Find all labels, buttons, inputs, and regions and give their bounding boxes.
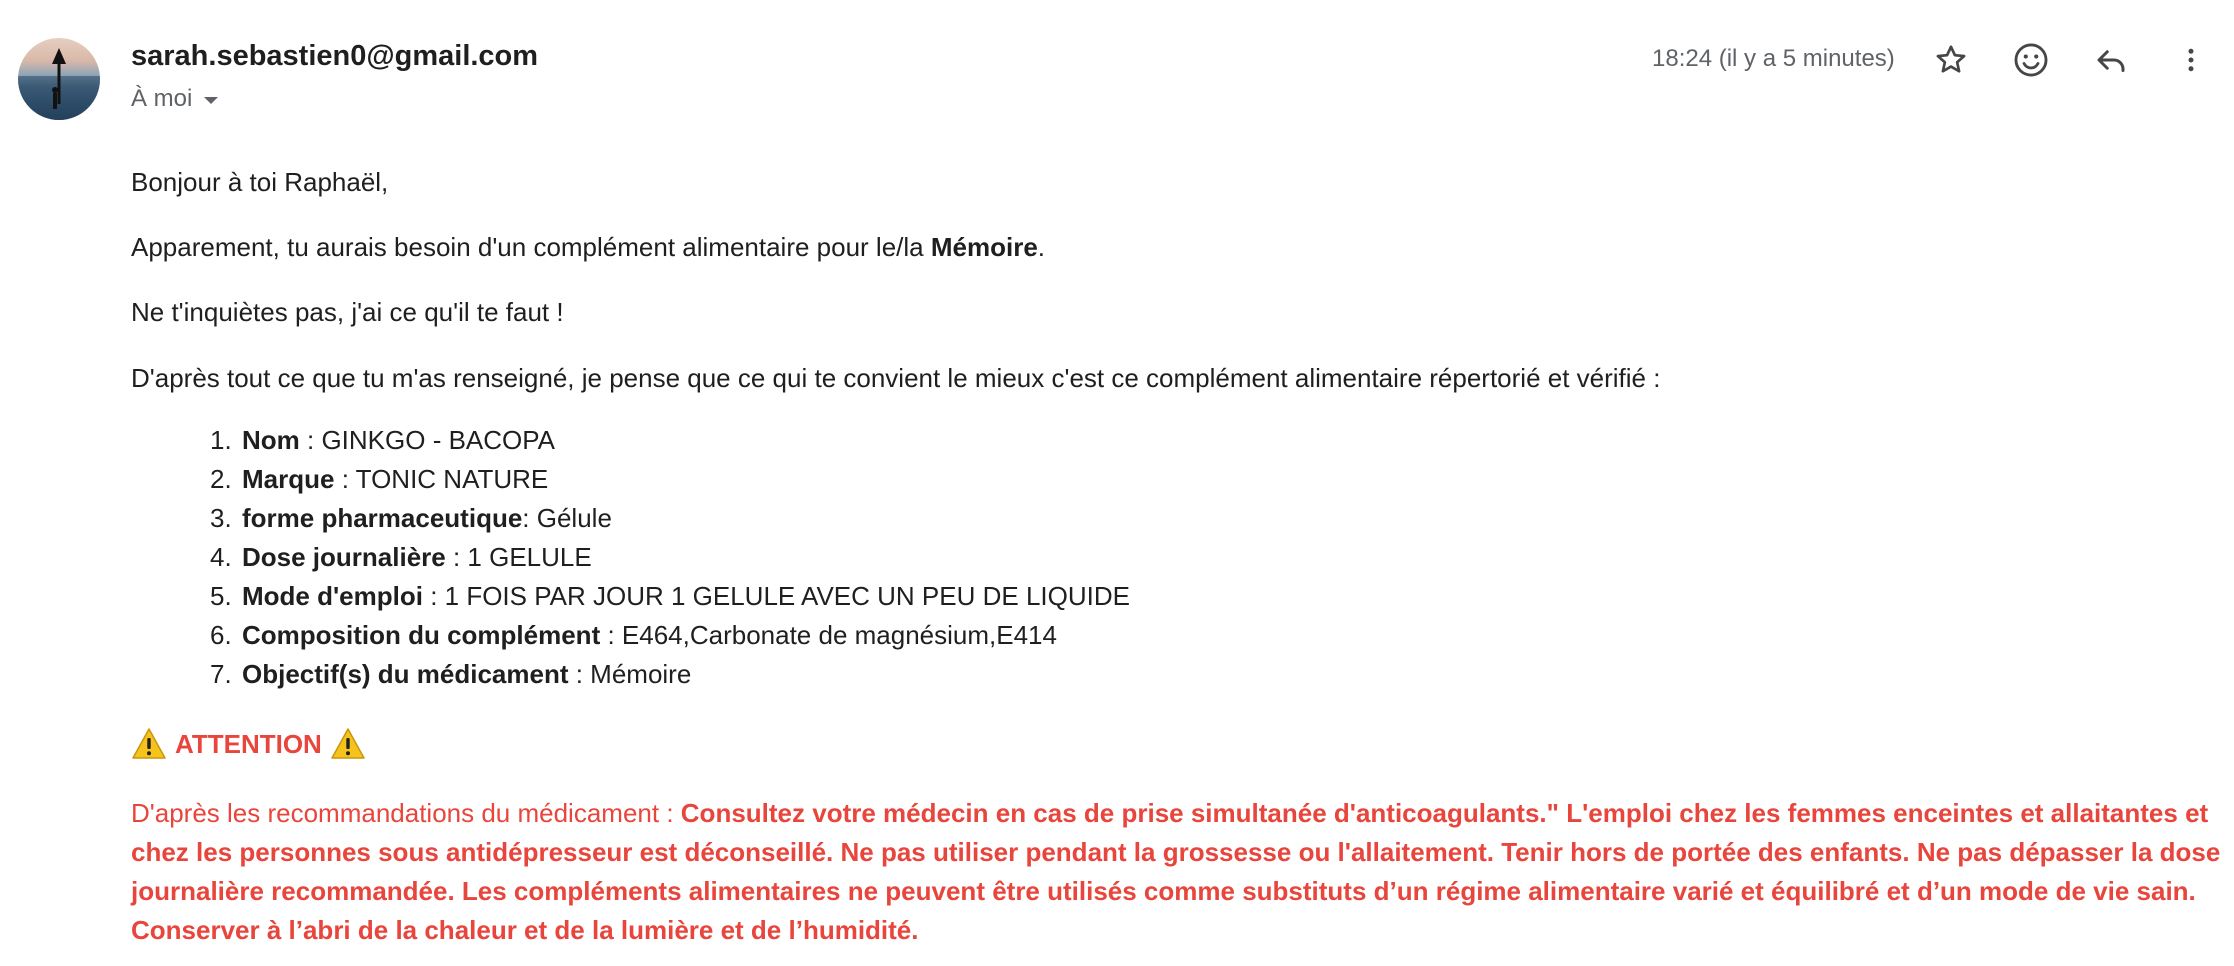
list-item: 1. Nom : GINKGO - BACOPA <box>210 425 556 455</box>
detail-value: 1 FOIS PAR JOUR 1 GELULE AVEC UN PEU DE … <box>444 581 1130 611</box>
intro-text: D'après tout ce que tu m'as renseigné, j… <box>131 363 1661 393</box>
detail-value: GINKGO - BACOPA <box>321 425 556 455</box>
attention-label: ATTENTION <box>175 728 322 759</box>
need-suffix: . <box>1037 232 1046 262</box>
list-item: 6. Composition du complément : E464,Carbo… <box>210 620 1057 650</box>
chevron-down-icon <box>204 97 219 104</box>
detail-value: 1 GELULE <box>467 542 592 572</box>
detail-label: Marque <box>242 464 335 494</box>
recipient-dropdown[interactable]: À moi <box>131 85 219 113</box>
detail-value: E464,Carbonate de magnésium,E414 <box>621 620 1057 650</box>
detail-label: Dose journalière <box>242 542 446 572</box>
detail-value: Mémoire <box>590 659 692 689</box>
detail-label: forme pharmaceutique <box>242 503 523 533</box>
reply-button[interactable] <box>2088 37 2134 83</box>
list-item: 4. Dose journalière : 1 GELULE <box>210 542 592 572</box>
star-icon <box>1933 42 1969 78</box>
need-paragraph: Apparement, tu aurais besoin d'un complé… <box>131 232 1045 263</box>
supplement-details-list: 1. Nom : GINKGO - BACOPA 2. Marque : TONIC… <box>210 424 1130 697</box>
reply-icon <box>2093 42 2129 78</box>
warning-paragraph: D'après les recommandations du médicamen… <box>131 794 2221 950</box>
warning-sign-icon <box>330 727 366 761</box>
sender-address[interactable]: sarah.sebastien0@gmail.com <box>131 40 538 73</box>
list-item: 2. Marque : TONIC NATURE <box>210 464 549 494</box>
list-item: 7. Objectif(s) du médicament : Mémoire <box>210 659 692 689</box>
sender-avatar[interactable] <box>18 38 100 120</box>
email-timestamp: 18:24 (il y a 5 minutes) <box>1652 45 1895 72</box>
more-vert-icon <box>2176 42 2206 78</box>
warning-intro: D'après les recommandations du médicamen… <box>131 798 681 828</box>
reassure-text: Ne t'inquiètes pas, j'ai ce qu'il te fau… <box>131 297 564 327</box>
need-prefix: Apparement, tu aurais besoin d'un complé… <box>131 232 931 262</box>
more-options-button[interactable] <box>2168 37 2214 83</box>
detail-label: Objectif(s) du médicament <box>242 659 569 689</box>
attention-heading: ATTENTION <box>131 727 366 761</box>
detail-label: Mode d'emploi <box>242 581 423 611</box>
star-button[interactable] <box>1928 37 1974 83</box>
detail-label: Composition du complément <box>242 620 601 650</box>
greeting-text: Bonjour à toi Raphaël, <box>131 167 389 197</box>
need-subject: Mémoire <box>930 232 1038 262</box>
recipient-label: À moi <box>131 85 193 112</box>
emoji-reaction-button[interactable] <box>2008 37 2054 83</box>
detail-value: TONIC NATURE <box>355 464 549 494</box>
emoji-reaction-icon <box>2012 41 2050 79</box>
warning-sign-icon <box>131 727 167 761</box>
detail-label: Nom <box>242 425 300 455</box>
list-item: 5. Mode d'emploi : 1 FOIS PAR JOUR 1 GELU… <box>210 581 1130 611</box>
detail-value: Gélule <box>536 503 612 533</box>
list-item: 3. forme pharmaceutique: Gélule <box>210 503 612 533</box>
